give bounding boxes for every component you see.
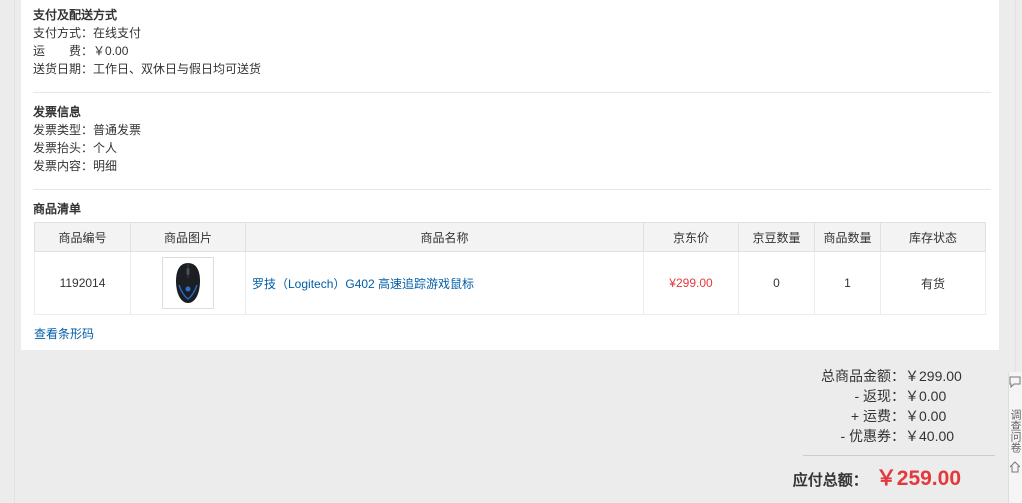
coupon-row: - 优惠券： ￥40.00 — [821, 426, 961, 446]
payment-method-line: 支付方式：在线支付 — [33, 24, 991, 42]
order-card: 支付及配送方式 支付方式：在线支付 运 费：￥0.00 送货日期：工作日、双休日… — [21, 0, 999, 350]
shipping-row: + 运费： ￥0.00 — [821, 406, 961, 426]
col-header-beans: 京豆数量 — [738, 222, 815, 252]
survey-side-widget[interactable]: 调查问卷 — [1008, 372, 1022, 503]
invoice-type-value: 普通发票 — [93, 123, 142, 137]
delivery-date-label: 送货日期： — [33, 62, 94, 76]
survey-label: 调查问卷 — [1009, 409, 1021, 453]
payment-method-label: 支付方式： — [33, 26, 94, 40]
divider — [33, 92, 991, 93]
rebate-label: - 返现： — [854, 388, 905, 404]
product-name-link[interactable]: 罗技（Logitech）G402 高速追踪游戏鼠标 — [245, 251, 644, 315]
delivery-date-value: 工作日、双休日与假日均可送货 — [93, 62, 262, 76]
divider — [33, 189, 991, 190]
chat-icon — [1009, 376, 1021, 389]
invoice-content-line: 发票内容：明细 — [33, 157, 991, 175]
shipping-value: ￥0.00 — [905, 408, 947, 424]
product-stock: 有货 — [880, 251, 986, 315]
subtotal-value: ￥299.00 — [905, 368, 962, 384]
col-header-qty: 商品数量 — [814, 222, 881, 252]
shipping-fee-line: 运 费：￥0.00 — [33, 42, 991, 60]
invoice-header-line: 发票抬头：个人 — [33, 139, 991, 157]
order-summary: 总商品金额： ￥299.00 - 返现： ￥0.00 + 运费： ￥0.00 - 优惠… — [821, 366, 962, 446]
payment-method-value: 在线支付 — [93, 26, 142, 40]
rebate-row: - 返现： ￥0.00 — [821, 386, 961, 406]
col-header-id: 商品编号 — [34, 222, 131, 252]
shipping-fee-label: 运 费： — [33, 44, 94, 58]
product-image-cell — [130, 251, 246, 315]
invoice-content-label: 发票内容： — [33, 159, 94, 173]
invoice-title: 发票信息 — [33, 105, 82, 119]
table-row: 1192014 罗技（Logitech）G402 高速追踪游戏鼠标 ¥299.0… — [34, 251, 986, 315]
invoice-header-value: 个人 — [93, 141, 118, 155]
col-header-name: 商品名称 — [245, 222, 644, 252]
product-beans: 0 — [738, 251, 815, 315]
shipping-label: + 运费： — [850, 408, 905, 424]
total-label: 应付总额： — [792, 472, 868, 489]
coupon-value: ￥40.00 — [905, 428, 955, 444]
order-detail-panel: 支付及配送方式 支付方式：在线支付 运 费：￥0.00 送货日期：工作日、双休日… — [14, 0, 1016, 503]
invoice-header-label: 发票抬头： — [33, 141, 94, 155]
subtotal-label: 总商品金额： — [821, 368, 905, 384]
goods-title: 商品清单 — [33, 202, 82, 216]
goods-table: 商品编号 商品图片 商品名称 京东价 京豆数量 商品数量 库存状态 119201… — [34, 222, 986, 315]
invoice-type-line: 发票类型：普通发票 — [33, 121, 991, 139]
delivery-date-line: 送货日期：工作日、双休日与假日均可送货 — [33, 60, 991, 78]
invoice-type-label: 发票类型： — [33, 123, 94, 137]
home-icon — [1009, 461, 1021, 473]
product-qty: 1 — [814, 251, 881, 315]
payment-section: 支付及配送方式 支付方式：在线支付 运 费：￥0.00 送货日期：工作日、双休日… — [33, 6, 991, 78]
shipping-fee-value: ￥0.00 — [93, 44, 129, 58]
invoice-section: 发票信息 发票类型：普通发票 发票抬头：个人 发票内容：明细 — [33, 103, 991, 175]
order-total: 应付总额： ￥259.00 — [793, 462, 961, 492]
col-header-image: 商品图片 — [130, 222, 246, 252]
view-barcode-link[interactable]: 查看条形码 — [34, 325, 94, 342]
col-header-stock: 库存状态 — [880, 222, 986, 252]
total-divider — [803, 455, 995, 456]
product-price: ¥299.00 — [643, 251, 739, 315]
mouse-icon — [176, 263, 200, 303]
subtotal-row: 总商品金额： ￥299.00 — [821, 366, 962, 386]
total-value: ￥259.00 — [875, 467, 961, 490]
mouse-product-image[interactable] — [162, 257, 214, 309]
rebate-value: ￥0.00 — [905, 388, 947, 404]
goods-table-header: 商品编号 商品图片 商品名称 京东价 京豆数量 商品数量 库存状态 — [34, 222, 986, 252]
goods-section: 商品清单 — [33, 200, 991, 218]
payment-title: 支付及配送方式 — [33, 8, 118, 22]
col-header-price: 京东价 — [643, 222, 739, 252]
coupon-label: - 优惠券： — [840, 428, 905, 444]
product-id: 1192014 — [34, 251, 131, 315]
invoice-content-value: 明细 — [93, 159, 118, 173]
